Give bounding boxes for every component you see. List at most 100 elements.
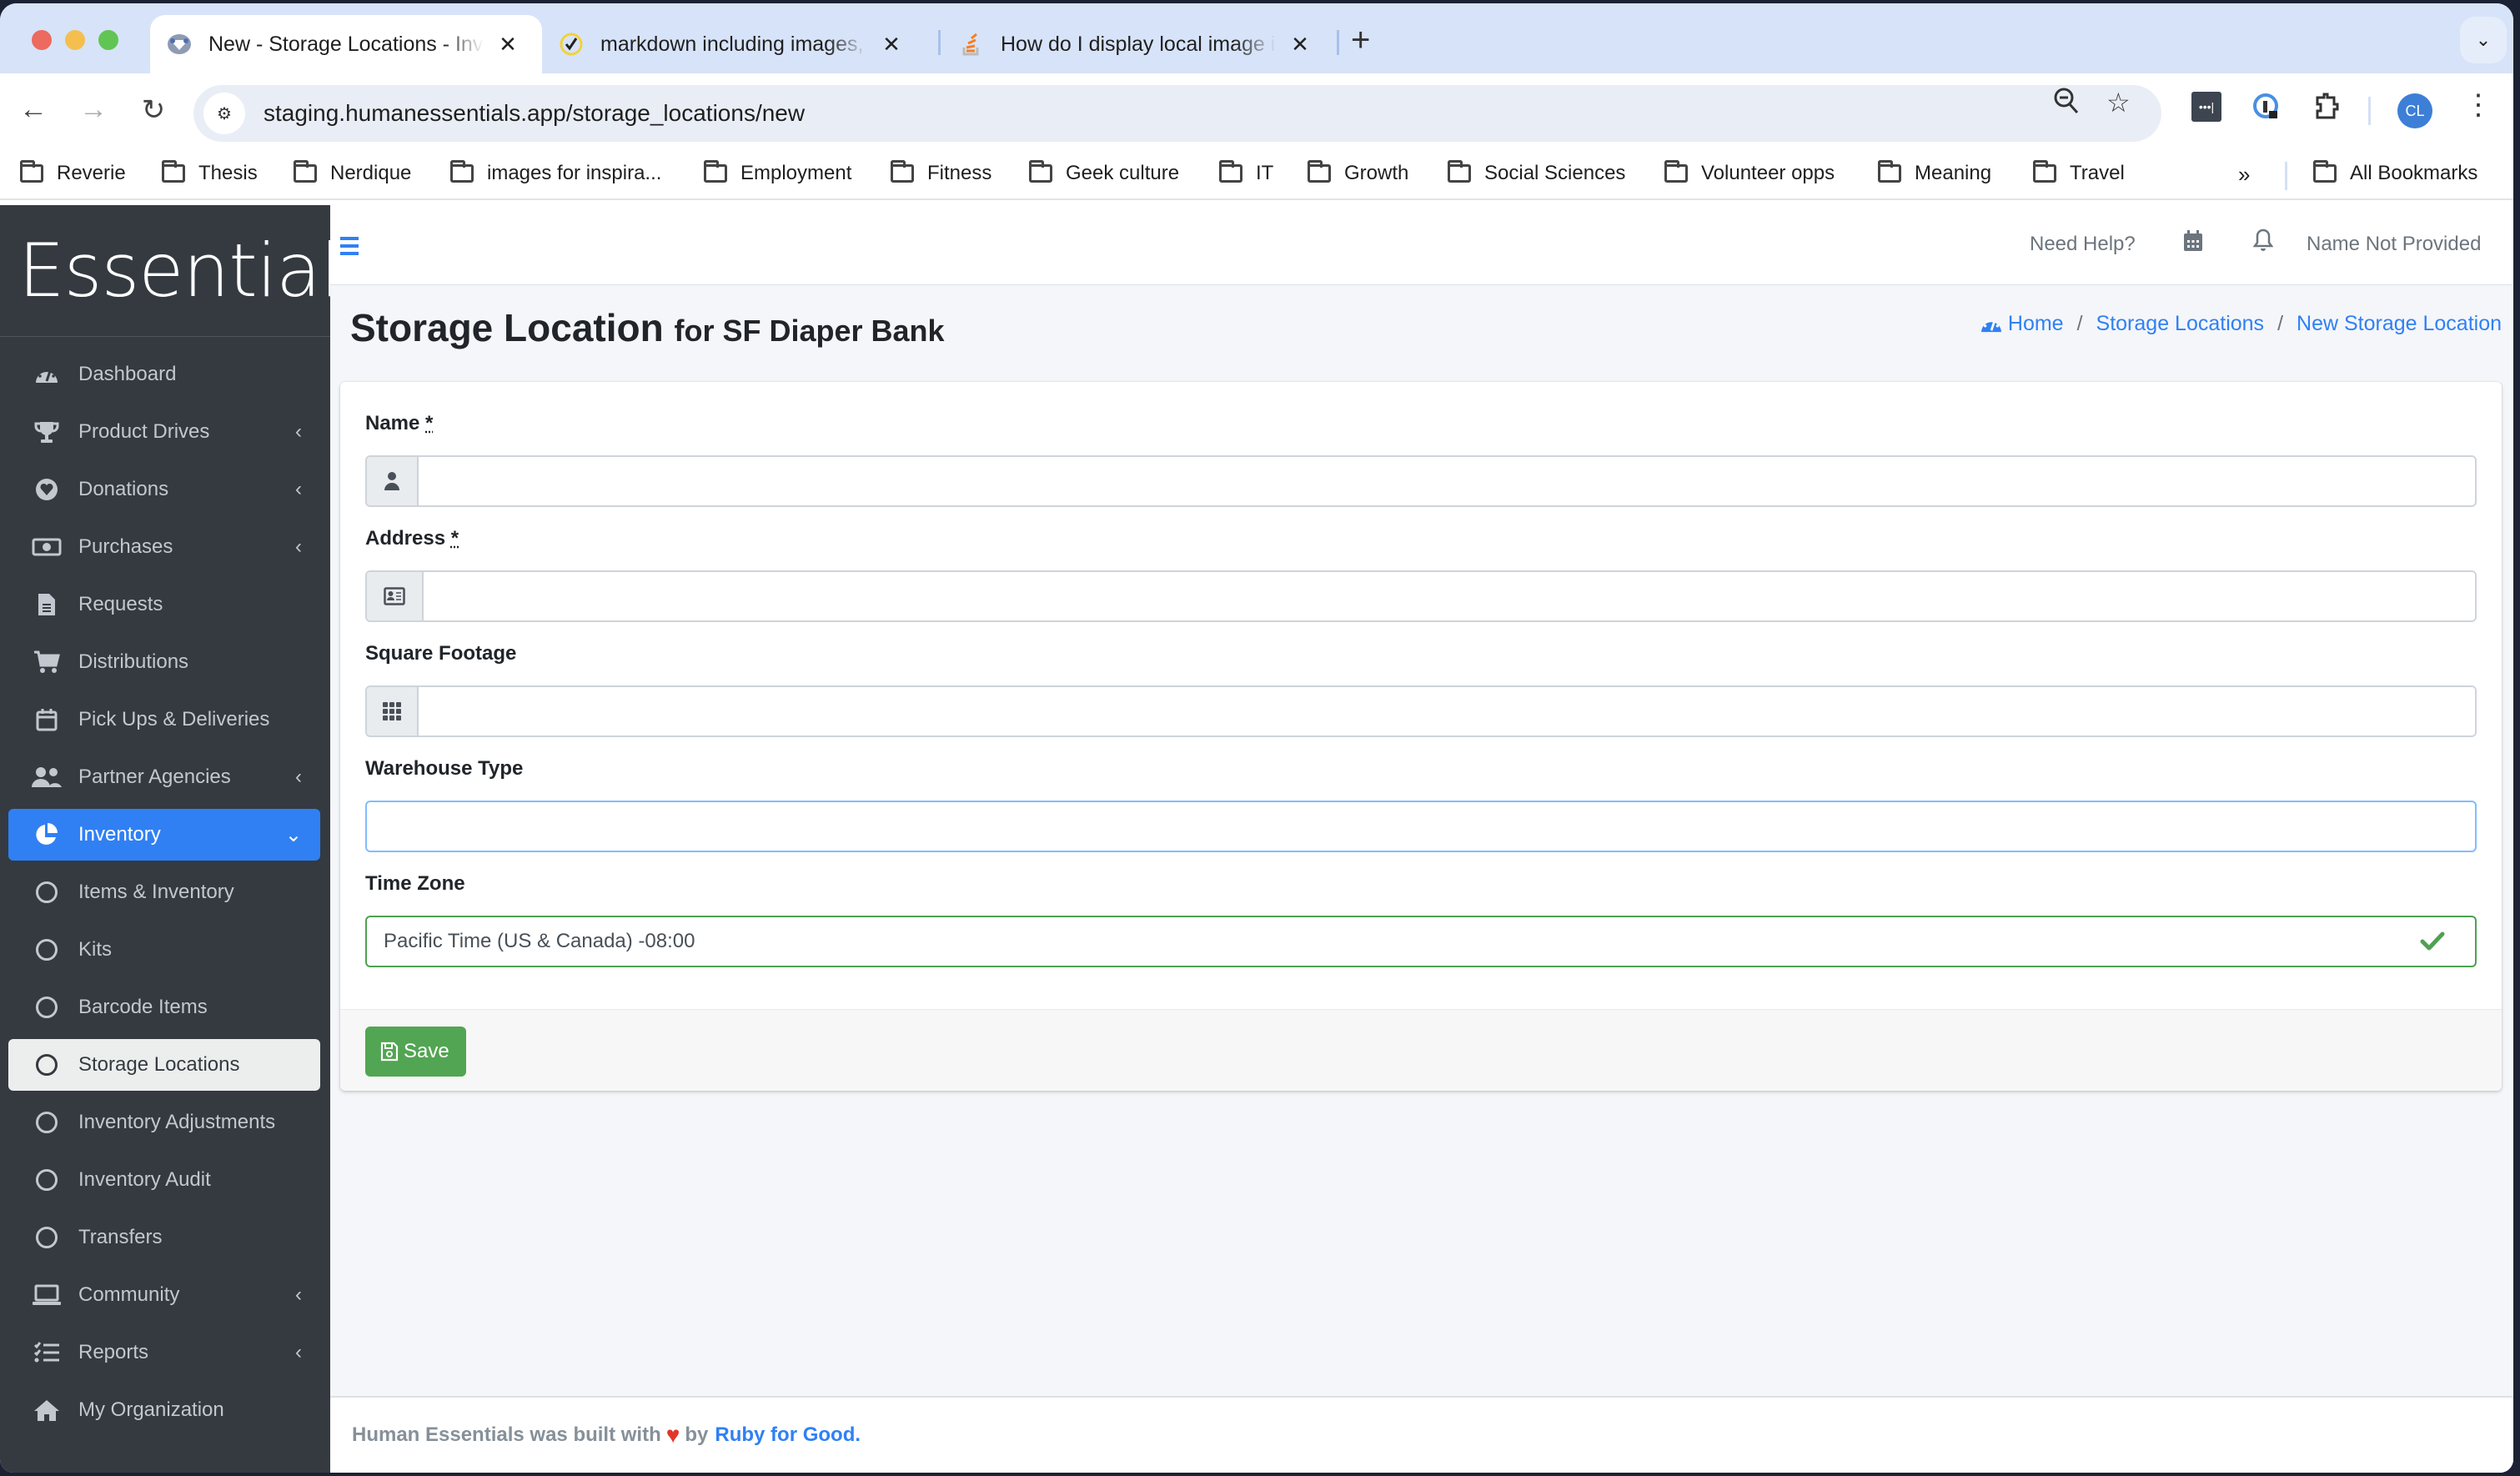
sidebar-item-requests[interactable]: Requests bbox=[8, 579, 320, 630]
sidebar-item-distributions[interactable]: Distributions bbox=[8, 636, 320, 688]
square-footage-input[interactable] bbox=[419, 687, 2475, 735]
bookmark-folder[interactable]: IT bbox=[1219, 160, 1273, 185]
required-marker: * bbox=[425, 412, 434, 434]
footer-text: Human Essentials was built with bbox=[352, 1423, 661, 1446]
breadcrumb-home[interactable]: Home bbox=[2008, 312, 2064, 336]
bookmark-folder[interactable]: images for inspira... bbox=[450, 160, 661, 185]
folder-icon bbox=[20, 160, 43, 183]
browser-tab-active[interactable]: New - Storage Locations - Inventory ✕ bbox=[150, 15, 542, 73]
need-help-link[interactable]: Need Help? bbox=[2030, 233, 2136, 256]
reload-icon[interactable]: ↻ bbox=[135, 93, 172, 127]
site-settings-icon[interactable]: ⚙ bbox=[203, 93, 245, 134]
extensions-puzzle-icon[interactable] bbox=[2312, 92, 2342, 122]
bookmark-folder[interactable]: Thesis bbox=[162, 160, 258, 185]
trophy-icon bbox=[32, 420, 62, 444]
grid-icon bbox=[367, 687, 419, 735]
profile-avatar[interactable]: CL bbox=[2397, 93, 2432, 128]
url-text[interactable]: staging.humanessentials.app/storage_loca… bbox=[264, 100, 805, 127]
browser-toolbar: ← → ↻ ⚙ staging.humanessentials.app/stor… bbox=[0, 73, 2513, 152]
browser-menu-icon[interactable]: ⋮ bbox=[2464, 88, 2492, 122]
bookmark-folder[interactable]: Employment bbox=[704, 160, 851, 185]
bookmark-folder[interactable]: Growth bbox=[1308, 160, 1408, 185]
sidebar-item-partner-agencies[interactable]: Partner Agencies ‹ bbox=[8, 751, 320, 803]
forward-arrow-icon[interactable]: → bbox=[75, 93, 112, 126]
bookmark-folder[interactable]: Social Sciences bbox=[1448, 160, 1625, 185]
warehouse-type-select[interactable] bbox=[365, 801, 2477, 852]
brand-logo[interactable]: Essentials bbox=[0, 205, 378, 337]
close-tab-icon[interactable]: ✕ bbox=[495, 32, 520, 58]
close-tab-icon[interactable]: ✕ bbox=[1288, 32, 1313, 58]
sidebar-item-donations[interactable]: Donations ‹ bbox=[8, 464, 320, 515]
user-menu[interactable]: Name Not Provided bbox=[2307, 233, 2481, 256]
breadcrumb-separator: / bbox=[2076, 312, 2083, 335]
all-bookmarks-folder[interactable]: All Bookmarks bbox=[2313, 160, 2477, 185]
sidebar-item-inventory-audit[interactable]: Inventory Audit bbox=[8, 1154, 320, 1206]
chevron-left-icon: ‹ bbox=[295, 420, 302, 443]
sidebar-item-purchases[interactable]: Purchases ‹ bbox=[8, 521, 320, 573]
time-zone-select[interactable]: Pacific Time (US & Canada) -08:00 bbox=[365, 916, 2477, 967]
save-button[interactable]: Save bbox=[365, 1027, 466, 1077]
sidebar-item-label: Reports bbox=[78, 1341, 149, 1363]
folder-icon bbox=[1029, 160, 1052, 183]
circle-icon bbox=[32, 1169, 62, 1191]
circle-icon bbox=[32, 1054, 62, 1076]
money-bill-icon bbox=[32, 537, 62, 557]
window-close-button[interactable] bbox=[32, 30, 52, 50]
toolbar-divider bbox=[2368, 97, 2371, 125]
heart-icon: ♥ bbox=[665, 1422, 680, 1448]
bookmark-folder[interactable]: Volunteer opps bbox=[1664, 160, 1835, 185]
browser-tab[interactable]: markdown including images, and ✕ bbox=[559, 15, 926, 73]
sidebar-item-product-drives[interactable]: Product Drives ‹ bbox=[8, 406, 320, 458]
sidebar-item-inventory-adjustments[interactable]: Inventory Adjustments bbox=[8, 1097, 320, 1148]
checkmark-icon bbox=[2420, 927, 2445, 958]
sidebar-item-my-organization[interactable]: My Organization bbox=[8, 1384, 320, 1436]
sidebar-item-storage-locations[interactable]: Storage Locations bbox=[8, 1039, 320, 1091]
sidebar-item-kits[interactable]: Kits bbox=[8, 924, 320, 976]
sidebar-item-label: Product Drives bbox=[78, 420, 210, 443]
tab-separator bbox=[938, 30, 941, 55]
bookmark-star-icon[interactable]: ☆ bbox=[2106, 87, 2131, 118]
name-input[interactable] bbox=[419, 457, 2475, 505]
password-manager-extension-icon[interactable]: •••| bbox=[2191, 92, 2221, 122]
chevron-left-icon: ‹ bbox=[295, 535, 302, 558]
address-bar[interactable]: ⚙ staging.humanessentials.app/storage_lo… bbox=[193, 85, 2161, 142]
breadcrumb-storage-locations[interactable]: Storage Locations bbox=[2096, 312, 2265, 336]
sidebar-item-items-inventory[interactable]: Items & Inventory bbox=[8, 866, 320, 918]
bookmark-folder[interactable]: Geek culture bbox=[1029, 160, 1179, 185]
ruby-for-good-link[interactable]: Ruby for Good bbox=[715, 1423, 855, 1447]
hamburger-menu-icon[interactable] bbox=[340, 237, 359, 259]
calendar-icon[interactable] bbox=[2183, 230, 2203, 258]
chevron-left-icon: ‹ bbox=[295, 1283, 302, 1306]
warehouse-type-label: Warehouse Type bbox=[365, 757, 524, 780]
sidebar-item-label: Pick Ups & Deliveries bbox=[78, 708, 270, 730]
address-input[interactable] bbox=[424, 572, 2475, 620]
bookmark-folder[interactable]: Meaning bbox=[1878, 160, 1991, 185]
back-arrow-icon[interactable]: ← bbox=[15, 93, 52, 126]
sidebar-item-inventory[interactable]: Inventory ⌄ bbox=[8, 809, 320, 861]
window-maximize-button[interactable] bbox=[98, 30, 118, 50]
window-minimize-button[interactable] bbox=[65, 30, 85, 50]
bookmark-folder[interactable]: Reverie bbox=[20, 160, 126, 185]
sidebar-item-dashboard[interactable]: Dashboard bbox=[8, 349, 320, 400]
sidebar-item-label: Items & Inventory bbox=[78, 881, 234, 903]
tab-search-chevron-icon[interactable]: ⌄ bbox=[2460, 17, 2507, 63]
security-extension-icon[interactable] bbox=[2251, 92, 2282, 122]
bookmark-folder[interactable]: Fitness bbox=[891, 160, 991, 185]
breadcrumb-new-storage-location[interactable]: New Storage Location bbox=[2297, 312, 2502, 336]
sidebar-item-pickups-deliveries[interactable]: Pick Ups & Deliveries bbox=[8, 694, 320, 746]
sidebar-item-transfers[interactable]: Transfers bbox=[8, 1212, 320, 1263]
required-marker: * bbox=[450, 527, 459, 550]
sidebar-item-label: Community bbox=[78, 1283, 180, 1306]
sidebar-item-barcode-items[interactable]: Barcode Items bbox=[8, 981, 320, 1033]
browser-tab[interactable]: How do I display local image in ✕ bbox=[959, 15, 1334, 73]
more-bookmarks-chevron-icon[interactable]: » bbox=[2238, 162, 2250, 188]
notification-bell-icon[interactable] bbox=[2252, 228, 2274, 258]
sidebar-item-label: Requests bbox=[78, 593, 163, 615]
sidebar-item-community[interactable]: Community ‹ bbox=[8, 1269, 320, 1321]
close-tab-icon[interactable]: ✕ bbox=[879, 32, 904, 58]
sidebar-item-reports[interactable]: Reports ‹ bbox=[8, 1327, 320, 1378]
new-tab-button[interactable]: + bbox=[1351, 22, 1370, 59]
bookmark-folder[interactable]: Nerdique bbox=[294, 160, 411, 185]
zoom-out-icon[interactable] bbox=[2053, 87, 2080, 122]
bookmark-folder[interactable]: Travel bbox=[2033, 160, 2125, 185]
